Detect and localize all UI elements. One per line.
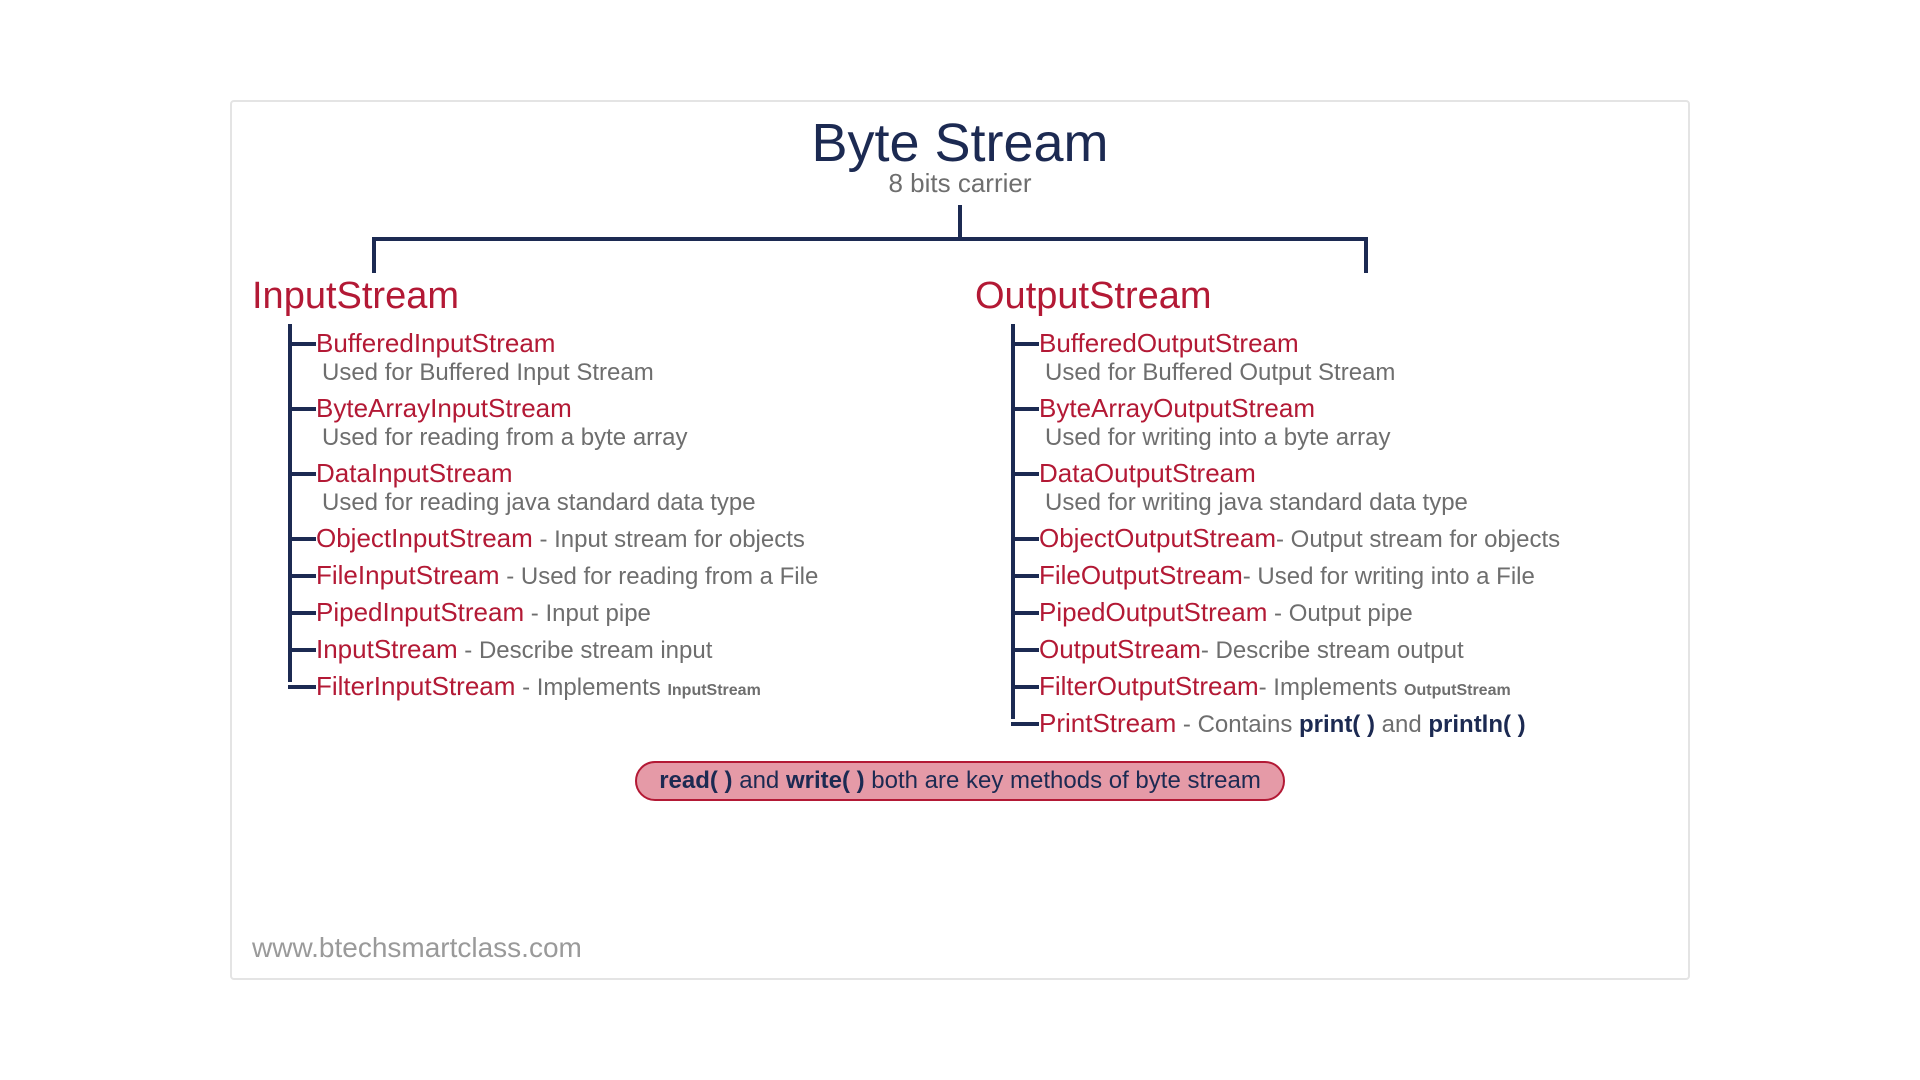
class-name: FilterOutputStream [1039, 671, 1259, 701]
watermark: www.btechsmartclass.com [252, 932, 582, 964]
tree-node: FilterOutputStream- Implements OutputStr… [1039, 667, 1668, 704]
input-tree: BufferedInputStreamUsed for Buffered Inp… [252, 324, 945, 704]
pill-text-2: both are key methods of byte stream [865, 767, 1261, 794]
class-description: - Implements [1259, 674, 1404, 701]
class-name: PipedInputStream [316, 597, 524, 627]
method-name: print( ) [1299, 711, 1375, 738]
class-name: BufferedInputStream [316, 328, 555, 358]
class-name: DataOutputStream [1039, 458, 1256, 488]
diagram-title: Byte Stream [252, 112, 1668, 174]
pill-text-1: and [733, 767, 786, 794]
tree-node: FileOutputStream- Used for writing into … [1039, 556, 1668, 593]
class-description: Used for reading java standard data type [316, 489, 945, 517]
tree-node: ByteArrayInputStreamUsed for reading fro… [316, 389, 945, 454]
tree-node: ByteArrayOutputStreamUsed for writing in… [1039, 389, 1668, 454]
class-name: ObjectOutputStream [1039, 523, 1276, 553]
class-name: BufferedOutputStream [1039, 328, 1299, 358]
diagram-card: Byte Stream 8 bits carrier InputStream B… [230, 100, 1690, 980]
class-name: FilterInputStream [316, 671, 515, 701]
class-description: - Describe stream output [1201, 637, 1464, 664]
class-description: - Used for writing into a File [1243, 563, 1535, 590]
tree-node: PrintStream - Contains print( ) and prin… [1039, 704, 1668, 741]
footer-pill: read( ) and write( ) both are key method… [635, 761, 1285, 801]
class-name: DataInputStream [316, 458, 513, 488]
tree-node: OutputStream- Describe stream output [1039, 630, 1668, 667]
tree-node: FilterInputStream - Implements InputStre… [316, 667, 945, 704]
class-description: - Used for reading from a File [500, 563, 819, 590]
class-name: OutputStream [1039, 634, 1201, 664]
class-name: ByteArrayOutputStream [1039, 393, 1315, 423]
branch-connector [252, 205, 1668, 275]
class-name: InputStream [316, 634, 458, 664]
class-description: - Implements [515, 674, 667, 701]
class-description: - Contains print( ) and println( ) [1176, 711, 1525, 738]
tree-node: ObjectOutputStream- Output stream for ob… [1039, 519, 1668, 556]
class-description: Used for writing into a byte array [1039, 424, 1668, 452]
tree-trunk [1011, 324, 1015, 719]
bold-class-ref: InputStream [667, 682, 760, 699]
columns: InputStream BufferedInputStreamUsed for … [252, 275, 1668, 741]
footer-pill-row: read( ) and write( ) both are key method… [252, 761, 1668, 801]
tree-node: InputStream - Describe stream input [316, 630, 945, 667]
bold-class-ref: OutputStream [1404, 682, 1511, 699]
pill-bold-1: read( ) [659, 767, 732, 794]
output-heading: OutputStream [975, 275, 1668, 318]
tree-node: PipedOutputStream - Output pipe [1039, 593, 1668, 630]
class-description: - Describe stream input [458, 637, 713, 664]
class-name: FileOutputStream [1039, 560, 1243, 590]
tree-node: BufferedOutputStreamUsed for Buffered Ou… [1039, 324, 1668, 389]
diagram-subtitle: 8 bits carrier [252, 168, 1668, 199]
tree-node: ObjectInputStream - Input stream for obj… [316, 519, 945, 556]
class-description: - Input pipe [524, 600, 651, 627]
class-name: PipedOutputStream [1039, 597, 1267, 627]
tree-node: FileInputStream - Used for reading from … [316, 556, 945, 593]
class-description: Used for Buffered Input Stream [316, 359, 945, 387]
class-description: - Input stream for objects [533, 526, 805, 553]
tree-node: PipedInputStream - Input pipe [316, 593, 945, 630]
class-name: FileInputStream [316, 560, 500, 590]
class-description: - Output pipe [1267, 600, 1412, 627]
output-tree: BufferedOutputStreamUsed for Buffered Ou… [975, 324, 1668, 741]
class-description: Used for reading from a byte array [316, 424, 945, 452]
tree-trunk [288, 324, 292, 682]
output-column: OutputStream BufferedOutputStreamUsed fo… [975, 275, 1668, 741]
input-heading: InputStream [252, 275, 945, 318]
tree-node: DataInputStreamUsed for reading java sta… [316, 454, 945, 519]
input-column: InputStream BufferedInputStreamUsed for … [252, 275, 945, 741]
tree-node: BufferedInputStreamUsed for Buffered Inp… [316, 324, 945, 389]
class-description: - Output stream for objects [1276, 526, 1560, 553]
class-description: Used for writing java standard data type [1039, 489, 1668, 517]
class-name: PrintStream [1039, 708, 1176, 738]
title-block: Byte Stream 8 bits carrier [252, 112, 1668, 199]
pill-bold-2: write( ) [786, 767, 865, 794]
class-name: ObjectInputStream [316, 523, 533, 553]
method-name: println( ) [1428, 711, 1525, 738]
class-description: Used for Buffered Output Stream [1039, 359, 1668, 387]
tree-node: DataOutputStreamUsed for writing java st… [1039, 454, 1668, 519]
class-name: ByteArrayInputStream [316, 393, 572, 423]
